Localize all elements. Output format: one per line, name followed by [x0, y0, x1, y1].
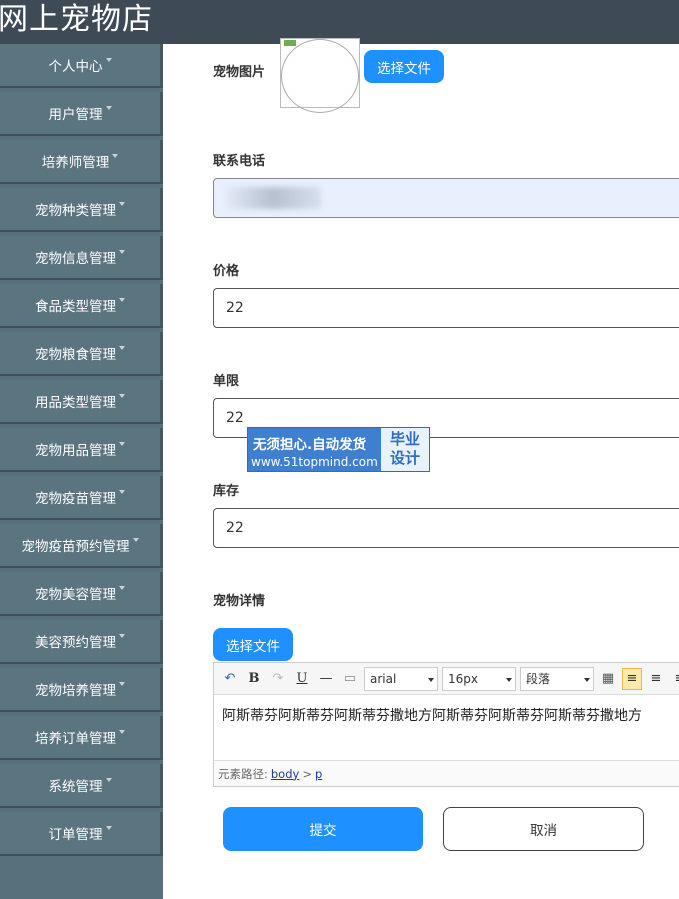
sidebar-item-supply-type[interactable]: 用品类型管理 — [0, 380, 163, 424]
phone-input[interactable] — [213, 178, 679, 218]
caret-down-icon — [132, 538, 139, 542]
align-justify-icon[interactable]: ≡ — [670, 668, 679, 690]
caret-down-icon — [105, 778, 112, 782]
caret-down-icon — [105, 106, 112, 110]
caret-down-icon — [119, 202, 125, 206]
sidebar-item-food-type[interactable]: 食品类型管理 — [0, 284, 163, 328]
align-right-icon[interactable]: ≡ — [646, 668, 666, 690]
font-size-select[interactable]: 16px — [442, 666, 516, 691]
sidebar: 个人中心 用户管理 培养师管理 宠物种类管理 宠物信息管理 食品类型管理 宠物粮… — [0, 44, 163, 899]
phone-label: 联系电话 — [213, 154, 266, 169]
submit-button[interactable]: 提交 — [223, 807, 423, 851]
stock-label: 库存 — [213, 484, 240, 499]
caret-down-icon — [119, 634, 125, 638]
stock-input[interactable]: 22 — [213, 508, 679, 548]
undo-icon[interactable]: ↶ — [220, 668, 240, 690]
horizontal-rule-icon[interactable]: — — [316, 668, 336, 690]
sidebar-item-system-management[interactable]: 系统管理 — [0, 764, 163, 808]
document-icon[interactable]: ▭ — [340, 668, 360, 690]
sidebar-item-order-management[interactable]: 订单管理 — [0, 812, 163, 856]
image-placeholder-circle — [281, 39, 359, 113]
caret-down-icon — [119, 490, 125, 494]
caret-down-icon — [105, 826, 112, 830]
redo-icon[interactable]: ↷ — [268, 668, 288, 690]
table-icon[interactable]: ▦ — [598, 668, 618, 690]
font-family-select[interactable]: arial — [364, 666, 438, 691]
sidebar-item-pet-supplies[interactable]: 宠物用品管理 — [0, 428, 163, 472]
caret-down-icon — [119, 298, 125, 302]
choose-image-file-button[interactable]: 选择文件 — [364, 50, 444, 83]
sidebar-item-grooming-appointment[interactable]: 美容预约管理 — [0, 620, 163, 664]
cancel-button[interactable]: 取消 — [443, 807, 644, 851]
chevron-down-icon — [506, 677, 512, 682]
sidebar-item-pet-food[interactable]: 宠物粮食管理 — [0, 332, 163, 376]
broken-image-icon — [284, 40, 296, 46]
caret-down-icon — [119, 250, 125, 254]
limit-label: 单限 — [213, 374, 240, 389]
app-title: 网上宠物店 — [0, 2, 153, 37]
path-p-link[interactable]: p — [315, 767, 322, 781]
pet-image-preview — [280, 38, 360, 113]
sidebar-item-user-management[interactable]: 用户管理 — [0, 92, 163, 136]
price-input[interactable]: 22 — [213, 288, 679, 328]
sidebar-item-vaccine-appointment[interactable]: 宠物疫苗预约管理 — [0, 524, 163, 568]
caret-down-icon — [119, 442, 125, 446]
price-label: 价格 — [213, 264, 240, 279]
caret-down-icon — [119, 682, 125, 686]
sidebar-item-personal-center[interactable]: 个人中心 — [0, 44, 163, 88]
path-body-link[interactable]: body — [271, 767, 299, 781]
sidebar-item-pet-training[interactable]: 宠物培养管理 — [0, 668, 163, 712]
caret-down-icon — [112, 154, 119, 158]
pet-image-label: 宠物图片 — [213, 65, 266, 80]
align-left-icon[interactable]: ≡ — [622, 667, 642, 690]
choose-detail-file-button[interactable]: 选择文件 — [213, 628, 293, 661]
chevron-down-icon — [584, 677, 590, 682]
element-path: 元素路径: body > p — [214, 760, 679, 786]
sidebar-item-pet-species[interactable]: 宠物种类管理 — [0, 188, 163, 232]
chevron-down-icon — [428, 677, 434, 682]
underline-icon[interactable]: U — [292, 668, 312, 690]
sidebar-item-trainer-management[interactable]: 培养师管理 — [0, 140, 163, 184]
watermark-banner: 无须担心.自动发货 www.51topmind.com 毕业 设计 — [247, 427, 430, 472]
editor-toolbar: ↶ B ↷ U — ▭ arial 16px 段落 ▦ ≡ ≡ ≡ — [214, 663, 679, 695]
bold-icon[interactable]: B — [244, 668, 264, 690]
editor-content[interactable]: 阿斯蒂芬阿斯蒂芬阿斯蒂芬撒地方阿斯蒂芬阿斯蒂芬阿斯蒂芬撒地方 — [222, 705, 642, 725]
caret-down-icon — [119, 346, 125, 350]
caret-down-icon — [119, 394, 125, 398]
paragraph-select[interactable]: 段落 — [520, 666, 594, 691]
caret-down-icon — [119, 586, 125, 590]
caret-down-icon — [105, 58, 112, 62]
rich-text-editor[interactable]: ↶ B ↷ U — ▭ arial 16px 段落 ▦ ≡ ≡ ≡ 阿斯蒂芬阿斯… — [213, 662, 679, 787]
sidebar-item-pet-grooming[interactable]: 宠物美容管理 — [0, 572, 163, 616]
details-label: 宠物详情 — [213, 594, 266, 609]
sidebar-item-pet-info[interactable]: 宠物信息管理 — [0, 236, 163, 280]
redacted-phone-value — [226, 187, 321, 209]
sidebar-item-pet-vaccine[interactable]: 宠物疫苗管理 — [0, 476, 163, 520]
watermark-badge: 毕业 设计 — [381, 428, 429, 471]
caret-down-icon — [119, 730, 125, 734]
sidebar-item-training-orders[interactable]: 培养订单管理 — [0, 716, 163, 760]
